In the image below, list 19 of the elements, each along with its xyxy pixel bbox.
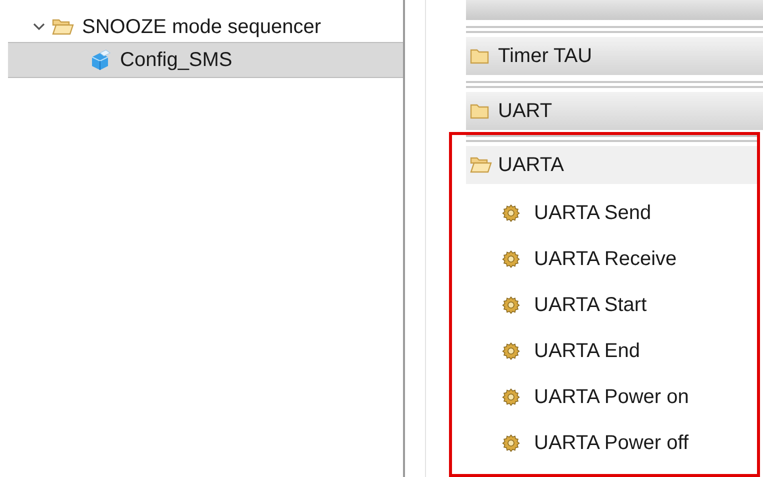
folder-icon (52, 17, 74, 37)
tree-item[interactable]: SNOOZE mode sequencer (8, 12, 403, 42)
folder-icon (470, 155, 492, 175)
palette-item[interactable]: UARTA Start (502, 282, 757, 328)
gear-icon (502, 296, 520, 314)
palette-item[interactable]: UARTA Receive (502, 236, 757, 282)
gear-icon (502, 250, 520, 268)
gear-icon (502, 342, 520, 360)
drawer-header[interactable]: UART (466, 92, 763, 130)
palette-item[interactable]: UARTA Send (502, 190, 757, 236)
tree-item[interactable]: Config_SMS (8, 42, 403, 78)
palette-item[interactable]: UARTA Power on (502, 374, 757, 420)
gear-icon (502, 388, 520, 406)
drawer-header[interactable]: Timer TAU (466, 37, 763, 75)
palette-item[interactable]: UARTA End (502, 328, 757, 374)
palette-item[interactable]: UARTA Power off (502, 420, 757, 466)
gear-icon (502, 434, 520, 452)
drawer-header[interactable]: UARTA (466, 146, 757, 184)
gear-icon (502, 204, 520, 222)
